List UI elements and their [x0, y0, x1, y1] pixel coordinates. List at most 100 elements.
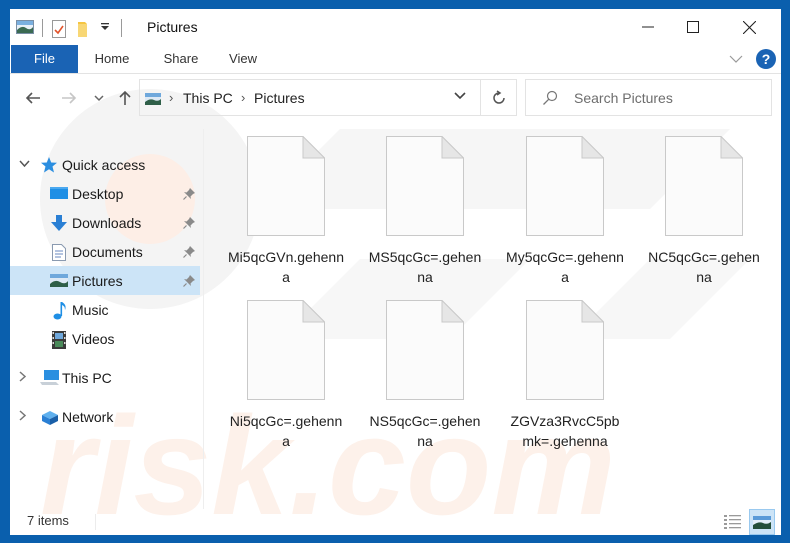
- file-view: Mi5qcGVn.gehenna MS5qcGc=.gehenna My5qcG…: [210, 129, 781, 509]
- this-pc-icon: [40, 369, 59, 386]
- pane-divider[interactable]: [203, 129, 204, 509]
- nav-label: Downloads: [72, 214, 142, 231]
- recent-locations-chevron-icon[interactable]: [88, 87, 110, 109]
- file-name: My5qcGc=.gehenna: [506, 249, 624, 285]
- close-button[interactable]: [726, 9, 772, 45]
- properties-icon[interactable]: [51, 20, 69, 38]
- nav-item-downloads[interactable]: Downloads: [10, 208, 200, 237]
- toolbar-divider: [121, 19, 122, 37]
- nav-item-quick-access[interactable]: Quick access: [10, 150, 200, 179]
- address-history-chevron-icon[interactable]: [454, 89, 466, 103]
- downloads-icon: [50, 214, 68, 231]
- network-icon: [40, 409, 58, 425]
- generic-file-icon: [386, 135, 465, 236]
- file-name: ZGVza3RvcC5pbmk=.gehenna: [510, 413, 620, 449]
- collapse-chevron-icon[interactable]: [19, 159, 30, 171]
- tab-view[interactable]: View: [223, 45, 263, 73]
- file-explorer-window: risk.com Pictures File Home Share View ?…: [10, 9, 781, 535]
- desktop-icon: [50, 186, 68, 202]
- file-name: NC5qcGc=.gehenna: [648, 249, 760, 285]
- item-count: 7 items: [27, 513, 69, 528]
- nav-label: Videos: [72, 330, 115, 347]
- music-icon: [53, 301, 71, 319]
- nav-item-music[interactable]: Music: [10, 295, 200, 324]
- tab-share[interactable]: Share: [158, 45, 204, 73]
- pictures-location-icon: [145, 92, 161, 105]
- nav-item-network[interactable]: Network: [10, 402, 200, 431]
- status-bar: 7 items: [10, 509, 781, 535]
- pin-icon[interactable]: [183, 187, 195, 200]
- generic-file-icon: [386, 299, 465, 400]
- pin-icon[interactable]: [183, 245, 195, 258]
- large-icons-view-icon: [753, 516, 771, 529]
- file-item[interactable]: ZGVza3RvcC5pbmk=.gehenna: [500, 299, 630, 451]
- details-view-icon: [724, 515, 741, 529]
- file-item[interactable]: NC5qcGc=.gehenna: [639, 135, 769, 287]
- generic-file-icon: [247, 299, 326, 400]
- file-name: Ni5qcGc=.gehenna: [229, 413, 343, 449]
- breadcrumb-separator-icon[interactable]: ›: [169, 90, 173, 105]
- generic-file-icon: [665, 135, 744, 236]
- nav-label: Pictures: [72, 272, 123, 289]
- search-input[interactable]: Search Pictures: [574, 90, 673, 106]
- search-box[interactable]: Search Pictures: [525, 79, 772, 116]
- details-view-button[interactable]: [722, 512, 744, 532]
- pin-icon[interactable]: [183, 274, 195, 287]
- toolbar-divider: [42, 19, 43, 37]
- help-button[interactable]: ?: [756, 49, 776, 69]
- large-icons-view-button[interactable]: [749, 509, 775, 535]
- file-name: Mi5qcGVn.gehenna: [228, 249, 344, 285]
- title-bar: Pictures: [10, 9, 781, 45]
- tab-home[interactable]: Home: [88, 45, 136, 73]
- nav-item-documents[interactable]: Documents: [10, 237, 200, 266]
- file-item[interactable]: Mi5qcGVn.gehenna: [221, 135, 351, 287]
- customize-toolbar-dropdown-icon[interactable]: [99, 20, 111, 36]
- star-icon: [40, 156, 58, 173]
- expand-ribbon-chevron-icon[interactable]: [728, 51, 744, 67]
- file-item[interactable]: Ni5qcGc=.gehenna: [221, 299, 351, 451]
- maximize-button[interactable]: [670, 9, 716, 45]
- file-name: NS5qcGc=.gehenna: [369, 413, 481, 449]
- file-item[interactable]: MS5qcGc=.gehenna: [360, 135, 490, 287]
- address-bar[interactable]: › This PC › Pictures: [139, 79, 481, 116]
- ribbon-tabs: File Home Share View ?: [10, 45, 781, 74]
- navigation-pane: Quick access Desktop Downloads Documents…: [10, 129, 203, 499]
- refresh-icon: [492, 89, 505, 104]
- pin-icon[interactable]: [183, 216, 195, 229]
- nav-label: Network: [62, 408, 114, 425]
- nav-label: Music: [72, 301, 109, 318]
- videos-icon: [52, 330, 70, 349]
- breadcrumb-pictures[interactable]: Pictures: [254, 90, 305, 106]
- nav-label: This PC: [62, 369, 112, 386]
- expand-chevron-icon[interactable]: [19, 370, 27, 385]
- file-item[interactable]: NS5qcGc=.gehenna: [360, 299, 490, 451]
- nav-label: Quick access: [62, 156, 146, 173]
- tab-file[interactable]: File: [11, 45, 78, 73]
- minimize-button[interactable]: [625, 9, 671, 45]
- breadcrumb-separator-icon[interactable]: ›: [241, 90, 245, 105]
- search-icon: [542, 90, 558, 106]
- pictures-icon: [50, 274, 68, 290]
- new-folder-icon[interactable]: [75, 20, 93, 37]
- back-arrow-icon[interactable]: [22, 87, 44, 109]
- forward-arrow-icon[interactable]: [58, 87, 80, 109]
- file-item[interactable]: My5qcGc=.gehenna: [500, 135, 630, 287]
- breadcrumb-this-pc[interactable]: This PC: [183, 90, 233, 106]
- status-divider: [95, 514, 96, 530]
- documents-icon: [52, 243, 70, 261]
- navigation-bar: › This PC › Pictures Search Pictures: [10, 75, 781, 120]
- nav-item-videos[interactable]: Videos: [10, 324, 200, 353]
- nav-item-desktop[interactable]: Desktop: [10, 179, 200, 208]
- up-arrow-icon[interactable]: [114, 87, 136, 109]
- pictures-folder-icon: [16, 20, 34, 36]
- file-name: MS5qcGc=.gehenna: [368, 249, 482, 285]
- generic-file-icon: [526, 135, 605, 236]
- nav-item-pictures[interactable]: Pictures: [10, 266, 200, 295]
- nav-item-this-pc[interactable]: This PC: [10, 363, 200, 392]
- expand-chevron-icon[interactable]: [19, 409, 27, 424]
- nav-label: Documents: [72, 243, 143, 260]
- refresh-button[interactable]: [481, 79, 517, 116]
- nav-label: Desktop: [72, 185, 124, 202]
- window-title: Pictures: [147, 19, 198, 35]
- generic-file-icon: [526, 299, 605, 400]
